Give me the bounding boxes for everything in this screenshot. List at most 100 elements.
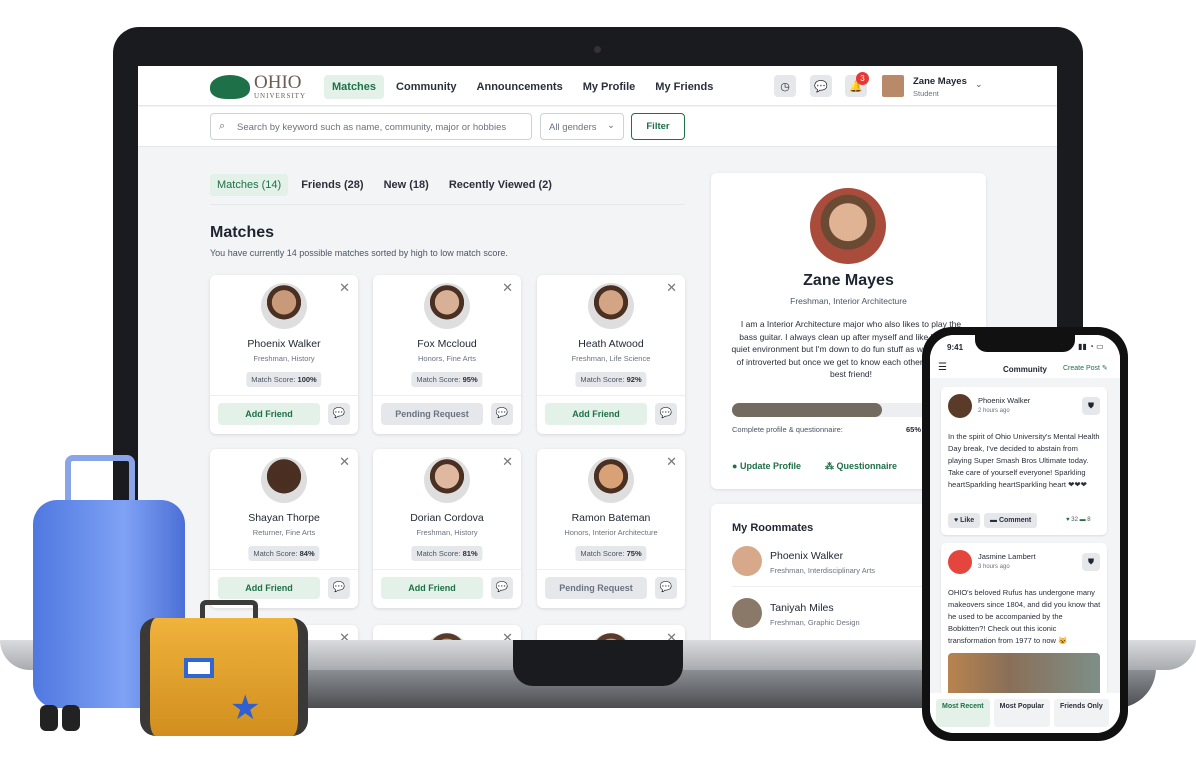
avatar — [261, 283, 307, 329]
close-icon[interactable]: ✕ — [502, 630, 513, 640]
chat-icon[interactable]: 💬 — [491, 577, 513, 599]
wheel — [62, 705, 80, 731]
users-icon: ⁂ — [825, 461, 834, 471]
notification-badge: 3 — [856, 72, 869, 85]
match-name[interactable]: Dorian Cordova — [373, 512, 521, 524]
yellow-suitcase: ★ — [140, 618, 308, 736]
filter-most-popular[interactable]: Most Popular — [993, 699, 1050, 727]
divider — [210, 569, 358, 570]
match-card: ✕ Shayan Thorpe Returner, Fine Arts Matc… — [210, 449, 358, 608]
divider — [537, 395, 685, 396]
close-icon[interactable]: ✕ — [339, 454, 350, 470]
logo-title: OHIO — [254, 72, 302, 93]
filter-friends-only[interactable]: Friends Only — [1053, 699, 1109, 727]
chat-icon[interactable]: 💬 — [491, 403, 513, 425]
chevron-down-icon: ⌄ — [607, 120, 615, 131]
seal-icon — [210, 75, 250, 99]
chat-icon[interactable]: 💬 — [328, 403, 350, 425]
close-icon[interactable]: ✕ — [339, 630, 350, 640]
roommate-desc: Freshman, Graphic Design — [770, 618, 860, 627]
chat-icon[interactable]: 💬 — [655, 403, 677, 425]
post-author[interactable]: Phoenix Walker — [978, 396, 1030, 405]
tabs: Matches (14) Friends (28) New (18) Recen… — [210, 174, 685, 205]
avatar — [261, 457, 307, 503]
close-icon[interactable]: ✕ — [502, 280, 513, 296]
avatar — [424, 457, 470, 503]
pending-request-button[interactable]: Pending Request — [545, 577, 647, 599]
match-score-value: 81% — [462, 549, 478, 558]
chat-icon[interactable]: 💬 — [328, 577, 350, 599]
user-name[interactable]: Zane Mayes — [913, 76, 967, 87]
chat-icon[interactable]: 💬 — [810, 75, 832, 97]
create-post-button[interactable]: Create Post ✎ — [1063, 364, 1108, 372]
match-card: ✕ — [537, 625, 685, 640]
match-score-value: 92% — [626, 375, 642, 384]
camera — [594, 46, 601, 53]
add-friend-button[interactable]: Add Friend — [545, 403, 647, 425]
match-name[interactable]: Shayan Thorpe — [210, 512, 358, 524]
tab-recently-viewed[interactable]: Recently Viewed (2) — [442, 174, 559, 196]
search-icon: ⌕ — [219, 120, 226, 132]
clock-icon[interactable]: ◷ — [774, 75, 796, 97]
close-icon[interactable]: ✕ — [666, 280, 677, 296]
tab-matches[interactable]: Matches (14) — [210, 174, 289, 196]
chevron-down-icon[interactable]: ⌄ — [975, 79, 983, 90]
avatar[interactable] — [882, 75, 904, 97]
add-friend-button[interactable]: Add Friend — [218, 577, 320, 599]
star-sticker: ★ — [230, 689, 261, 727]
match-name[interactable]: Phoenix Walker — [210, 338, 358, 350]
post-card: Jasmine Lambert 3 hours ago ⛊ OHIO's bel… — [941, 543, 1107, 703]
nav-community[interactable]: Community — [388, 75, 465, 99]
nav-my-profile[interactable]: My Profile — [575, 75, 644, 99]
roommate-name[interactable]: Taniyah Miles — [770, 602, 834, 614]
filter-most-recent[interactable]: Most Recent — [936, 699, 990, 727]
profile-avatar — [810, 188, 886, 264]
ohio-logo[interactable]: OHIO UNIVERSITY — [210, 72, 306, 100]
tab-new[interactable]: New (18) — [377, 174, 436, 196]
post-author[interactable]: Jasmine Lambert — [978, 552, 1036, 561]
laptop-screen: OHIO UNIVERSITY Matches Community Announc… — [138, 66, 1057, 640]
shield-icon[interactable]: ⛊ — [1082, 397, 1100, 415]
gender-select[interactable]: All genders ⌄ — [540, 113, 624, 140]
nav-matches[interactable]: Matches — [324, 75, 385, 99]
close-icon[interactable]: ✕ — [666, 630, 677, 640]
avatar — [948, 394, 972, 418]
roommates-title: My Roommates — [732, 522, 814, 534]
like-button[interactable]: ♥ Like — [948, 513, 981, 528]
update-profile-button[interactable]: ● Update Profile — [732, 461, 801, 471]
nav-announcements[interactable]: Announcements — [469, 75, 571, 99]
avatar — [948, 550, 972, 574]
avatar — [588, 633, 634, 640]
avatar — [588, 283, 634, 329]
close-icon[interactable]: ✕ — [502, 454, 513, 470]
match-score-label: Match Score: — [416, 375, 461, 384]
divider — [537, 569, 685, 570]
match-name[interactable]: Ramon Bateman — [537, 512, 685, 524]
comment-button[interactable]: ▬ Comment — [984, 513, 1038, 528]
search-input[interactable]: ⌕ Search by keyword such as name, communi… — [210, 113, 532, 140]
roommate-name[interactable]: Phoenix Walker — [770, 550, 843, 562]
questionnaire-button[interactable]: ⁂ Questionnaire — [825, 461, 897, 472]
status-time: 9:41 — [947, 343, 964, 352]
tab-friends[interactable]: Friends (28) — [294, 174, 370, 196]
chat-icon[interactable]: 💬 — [655, 577, 677, 599]
shield-icon[interactable]: ⛊ — [1082, 553, 1100, 571]
add-friend-button[interactable]: Add Friend — [381, 577, 483, 599]
search-bar: ⌕ Search by keyword such as name, communi… — [138, 107, 1057, 147]
pending-request-button[interactable]: Pending Request — [381, 403, 483, 425]
gender-value: All genders — [549, 122, 597, 133]
nav-my-friends[interactable]: My Friends — [647, 75, 721, 99]
add-friend-button[interactable]: Add Friend — [218, 403, 320, 425]
profile-desc: Freshman, Interior Architecture — [790, 296, 907, 306]
close-icon[interactable]: ✕ — [339, 280, 350, 296]
page-title: Matches — [210, 224, 275, 241]
close-icon[interactable]: ✕ — [666, 454, 677, 470]
match-name[interactable]: Heath Atwood — [537, 338, 685, 350]
filter-button[interactable]: Filter — [631, 113, 685, 140]
match-desc: Honors, Interior Architecture — [564, 528, 658, 537]
match-name[interactable]: Fox Mccloud — [373, 338, 521, 350]
match-card: ✕ Heath Atwood Freshman, Life Science Ma… — [537, 275, 685, 434]
post-time: 3 hours ago — [978, 564, 1010, 570]
phone-screen: 9:41 ▮▮ ◔ ▭ ☰ Community Create Post ✎ Ph… — [930, 335, 1120, 733]
menu-icon[interactable]: ☰ — [938, 362, 947, 373]
